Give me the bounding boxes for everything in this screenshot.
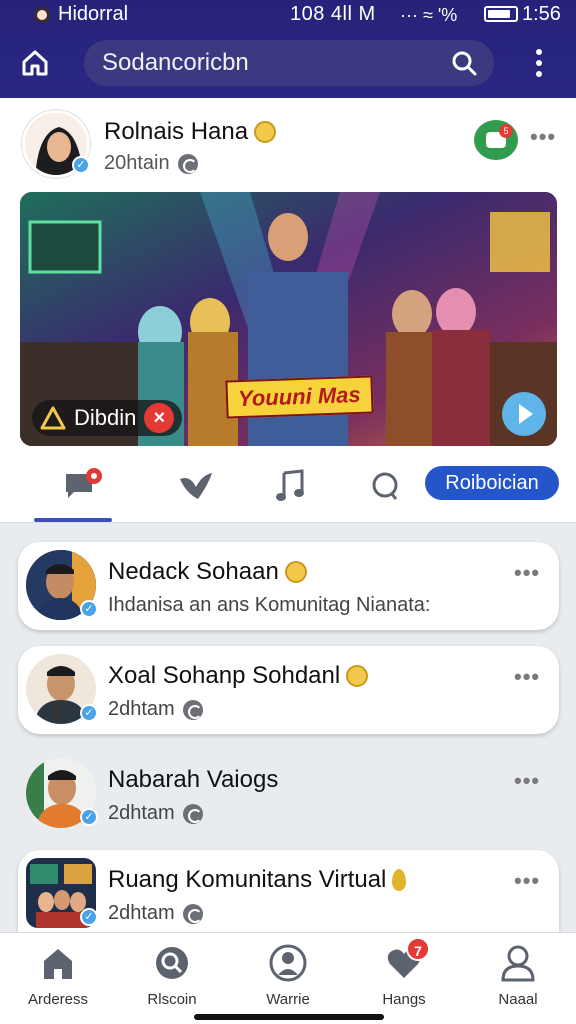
post-header: ✓ Rolnais Hana 20htain 5 ••• — [22, 110, 562, 180]
nav-label: Arderess — [27, 991, 89, 1008]
more-horizontal-icon[interactable]: ••• — [514, 560, 540, 586]
status-time: 1:56 — [522, 3, 561, 25]
post-author[interactable]: Rolnais Hana — [104, 118, 277, 146]
list-item[interactable]: ✓ Xoal Sohanp Sohdanl 2dhtam ••• — [18, 646, 559, 734]
tab-search[interactable] — [356, 466, 416, 506]
smiley-crown-icon — [346, 665, 369, 687]
post-author-name: Rolnais Hana — [104, 118, 249, 145]
battery-icon — [484, 6, 518, 22]
media-tag-label: Dibdin — [74, 405, 137, 430]
more-horizontal-icon[interactable]: ••• — [514, 664, 540, 690]
nav-item-rlscoin[interactable]: Rlscoin — [124, 943, 220, 1008]
home-button[interactable] — [16, 44, 54, 82]
globe-icon — [177, 153, 198, 174]
drop-icon — [392, 869, 407, 891]
bottom-nav: Arderess Rlscoin Warrie 7 Hangs Naaal — [0, 932, 576, 1024]
tab-chat[interactable] — [52, 466, 112, 506]
globe-icon — [182, 903, 203, 924]
list-item-time: 2dhtam — [108, 802, 175, 824]
nav-label: Naaal — [498, 991, 538, 1008]
list-item-time: 2dhtam — [108, 698, 175, 720]
status-app: Hidorral — [34, 3, 128, 26]
list-item-title: Nabarah Vaiogs — [108, 766, 278, 794]
search-icon — [156, 947, 188, 979]
list-item-subtitle: 2dhtam — [108, 902, 203, 925]
chat-icon — [66, 468, 102, 498]
close-icon[interactable]: × — [144, 403, 175, 433]
play-button[interactable] — [502, 392, 546, 436]
globe-icon — [182, 699, 203, 720]
search-icon[interactable] — [450, 49, 478, 77]
media-tag[interactable]: Dibdin × — [32, 400, 183, 436]
nav-item-hangs[interactable]: 7 Hangs — [356, 937, 452, 1008]
list-item[interactable]: ✓ Nabarah Vaiogs 2dhtam ••• — [18, 750, 559, 838]
join-button[interactable]: Roiboician — [425, 466, 559, 500]
triangle-icon — [40, 406, 66, 430]
list-item-title: Xoal Sohanp Sohdanl — [108, 662, 369, 690]
music-note-icon — [276, 469, 304, 501]
house-icon — [44, 949, 72, 979]
user-icon — [501, 945, 535, 982]
active-tab-indicator — [34, 518, 112, 522]
verified-icon: ✓ — [72, 156, 90, 174]
home-indicator[interactable] — [194, 1014, 384, 1020]
verified-icon: ✓ — [80, 704, 98, 722]
chat-badge-button[interactable]: 5 — [474, 120, 518, 160]
status-signal: ··· ≈ '% — [400, 5, 458, 25]
bird-heart-icon — [180, 473, 212, 499]
post-time: 20htain — [104, 152, 170, 174]
more-horizontal-icon[interactable]: ••• — [514, 868, 540, 894]
media-thumbnail[interactable]: Dibdin × Youuni Mas — [20, 192, 557, 446]
nav-label: Warrie — [266, 991, 310, 1008]
post-tabs: Roiboician — [0, 456, 576, 523]
list-item-time: 2dhtam — [108, 902, 175, 924]
verified-icon: ✓ — [80, 908, 98, 926]
smiley-crown-icon — [254, 121, 277, 143]
search-input[interactable]: Sodancoricbn — [102, 49, 450, 77]
more-horizontal-icon[interactable]: ••• — [530, 124, 556, 150]
list-item-name: Nedack Sohaan — [108, 558, 279, 585]
status-bar: Hidorral 108 4ll M ··· ≈ '% 1:56 — [0, 0, 576, 30]
list-item[interactable]: ✓ Nedack Sohaan Ihdanisa an ans Komunita… — [18, 542, 559, 630]
list-item-subtitle: 2dhtam — [108, 802, 203, 825]
list-item-name: Ruang Komunitans Virtual — [108, 866, 387, 893]
globe-icon — [182, 803, 203, 824]
verified-icon: ✓ — [80, 808, 98, 826]
list-item[interactable]: ✓ Ruang Komunitans Virtual 2dhtam ••• — [18, 850, 559, 932]
tab-music[interactable] — [260, 466, 320, 506]
post-meta: 20htain — [104, 152, 198, 175]
more-horizontal-icon[interactable]: ••• — [514, 768, 540, 794]
status-app-name: Hidorral — [58, 3, 129, 25]
notification-badge: 7 — [406, 937, 430, 961]
home-icon — [22, 50, 48, 76]
search-bar[interactable]: Sodancoricbn — [84, 40, 494, 86]
verified-icon: ✓ — [80, 600, 98, 618]
nav-label: Rlscoin — [147, 991, 197, 1008]
chat-count-badge: 5 — [499, 124, 513, 138]
media-title: Youuni Mas — [225, 375, 374, 419]
list-item-subtitle: 2dhtam — [108, 698, 203, 721]
nav-item-warrie[interactable]: Warrie — [240, 943, 336, 1008]
nav-item-arderess[interactable]: Arderess — [10, 943, 106, 1008]
app-indicator-icon — [34, 6, 50, 23]
list-item-title: Nedack Sohaan — [108, 558, 307, 586]
nav-item-naaal[interactable]: Naaal — [470, 943, 566, 1008]
list-item-title: Ruang Komunitans Virtual — [108, 866, 407, 894]
top-bar: Hidorral 108 4ll M ··· ≈ '% 1:56 Sodanco… — [0, 0, 576, 98]
status-network: 108 4ll M — [290, 3, 376, 25]
profile-circle-icon — [269, 944, 307, 982]
feature-post: ✓ Rolnais Hana 20htain 5 ••• Dibdin × Yo… — [0, 98, 576, 523]
tab-heart[interactable] — [166, 466, 226, 506]
search-circle-icon — [372, 472, 398, 500]
list-item-name: Xoal Sohanp Sohdanl — [108, 662, 341, 689]
list-item-subtitle: Ihdanisa an ans Komunitag Nianata: — [108, 594, 431, 616]
list-item-name: Nabarah Vaiogs — [108, 766, 279, 793]
more-vertical-icon[interactable] — [526, 46, 552, 80]
nav-label: Hangs — [382, 991, 426, 1008]
smiley-crown-icon — [284, 561, 307, 583]
